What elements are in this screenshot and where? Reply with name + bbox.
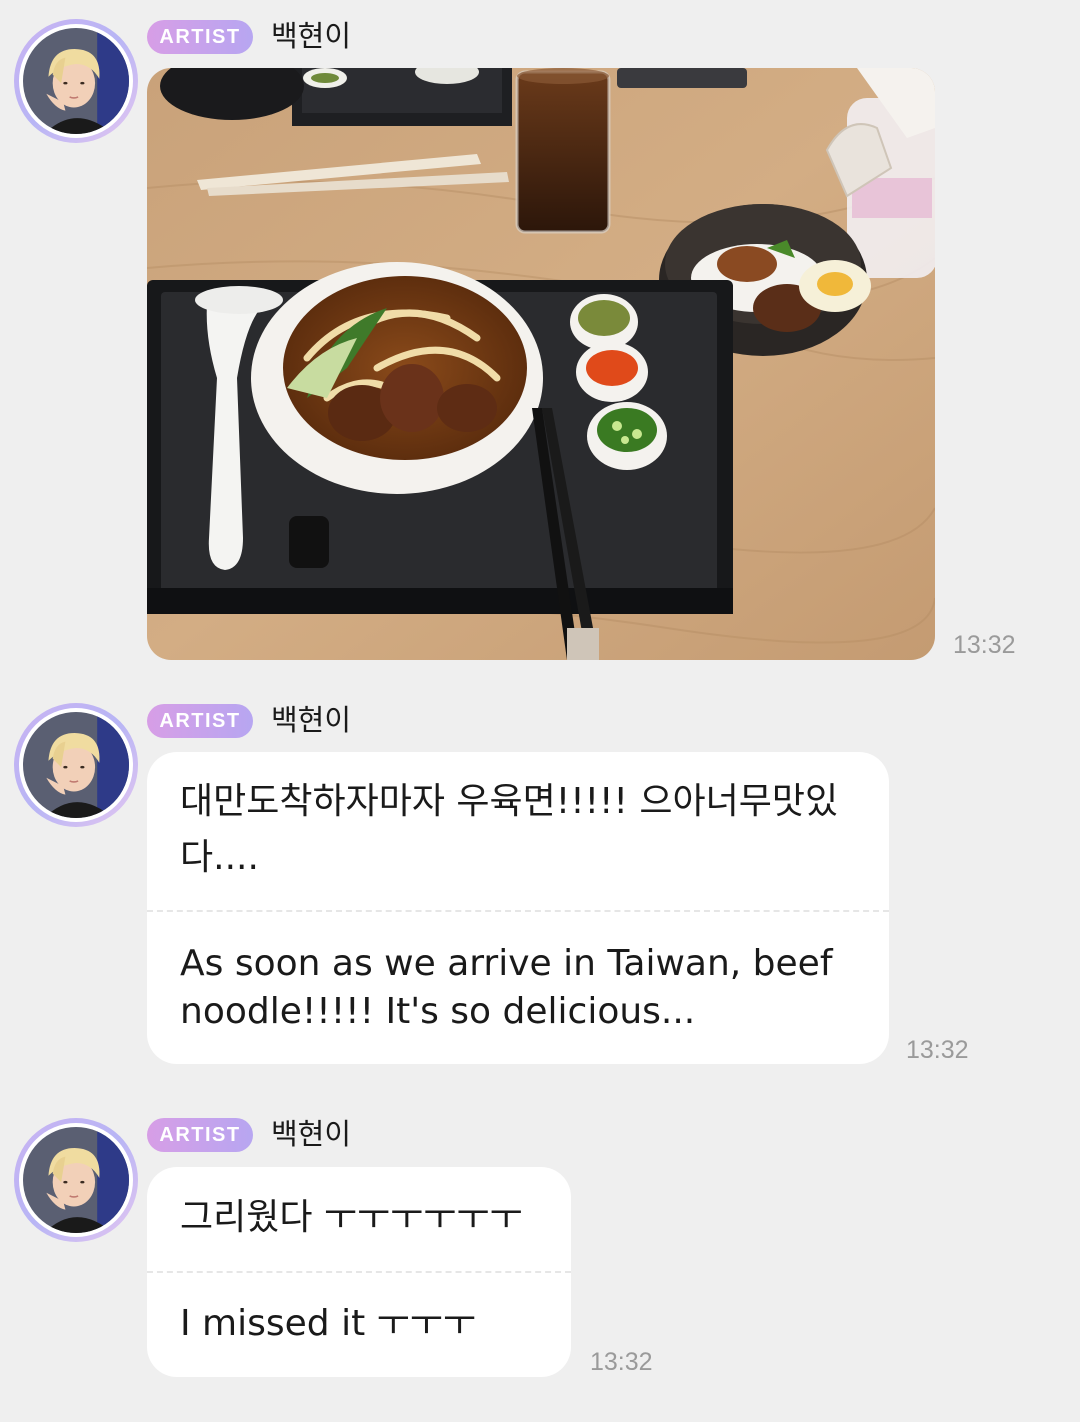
artist-badge: ARTIST (147, 1118, 253, 1152)
message-text: ARTIST 백현이 대만도착하자마자 우육면!!!!! 으아너무맛있다....… (0, 684, 1080, 1084)
sender-name: 백현이 (271, 1117, 352, 1151)
message-text: ARTIST 백현이 그리웠다 ㅜㅜㅜㅜㅜㅜ I missed it ㅜㅜㅜ 1… (0, 1099, 1080, 1399)
timestamp: 13:32 (953, 631, 1016, 659)
food-photo[interactable] (147, 68, 935, 660)
artist-badge: ARTIST (147, 20, 253, 54)
original-text: 대만도착하자마자 우육면!!!!! 으아너무맛있다.... (180, 781, 839, 878)
message-bubble[interactable]: 그리웠다 ㅜㅜㅜㅜㅜㅜ I missed it ㅜㅜㅜ (147, 1167, 571, 1377)
avatar-photo-icon (23, 1127, 129, 1233)
sender-name: 백현이 (271, 703, 352, 737)
sender-name: 백현이 (271, 19, 352, 53)
message-photo: ARTIST 백현이 13:32 (0, 0, 1080, 680)
translated-text: I missed it ㅜㅜㅜ (180, 1303, 477, 1344)
timestamp: 13:32 (906, 1036, 969, 1064)
avatar-photo-icon (23, 712, 129, 818)
artist-badge: ARTIST (147, 704, 253, 738)
timestamp: 13:32 (590, 1348, 653, 1376)
food-photo-icon (147, 68, 935, 660)
avatar[interactable] (14, 703, 138, 827)
translated-text: As soon as we arrive in Taiwan, beef noo… (180, 943, 833, 1032)
avatar-photo-icon (23, 28, 129, 134)
original-text: 그리웠다 ㅜㅜㅜㅜㅜㅜ (180, 1197, 523, 1238)
avatar[interactable] (14, 19, 138, 143)
message-bubble[interactable]: 대만도착하자마자 우육면!!!!! 으아너무맛있다.... As soon as… (147, 752, 889, 1064)
avatar[interactable] (14, 1118, 138, 1242)
